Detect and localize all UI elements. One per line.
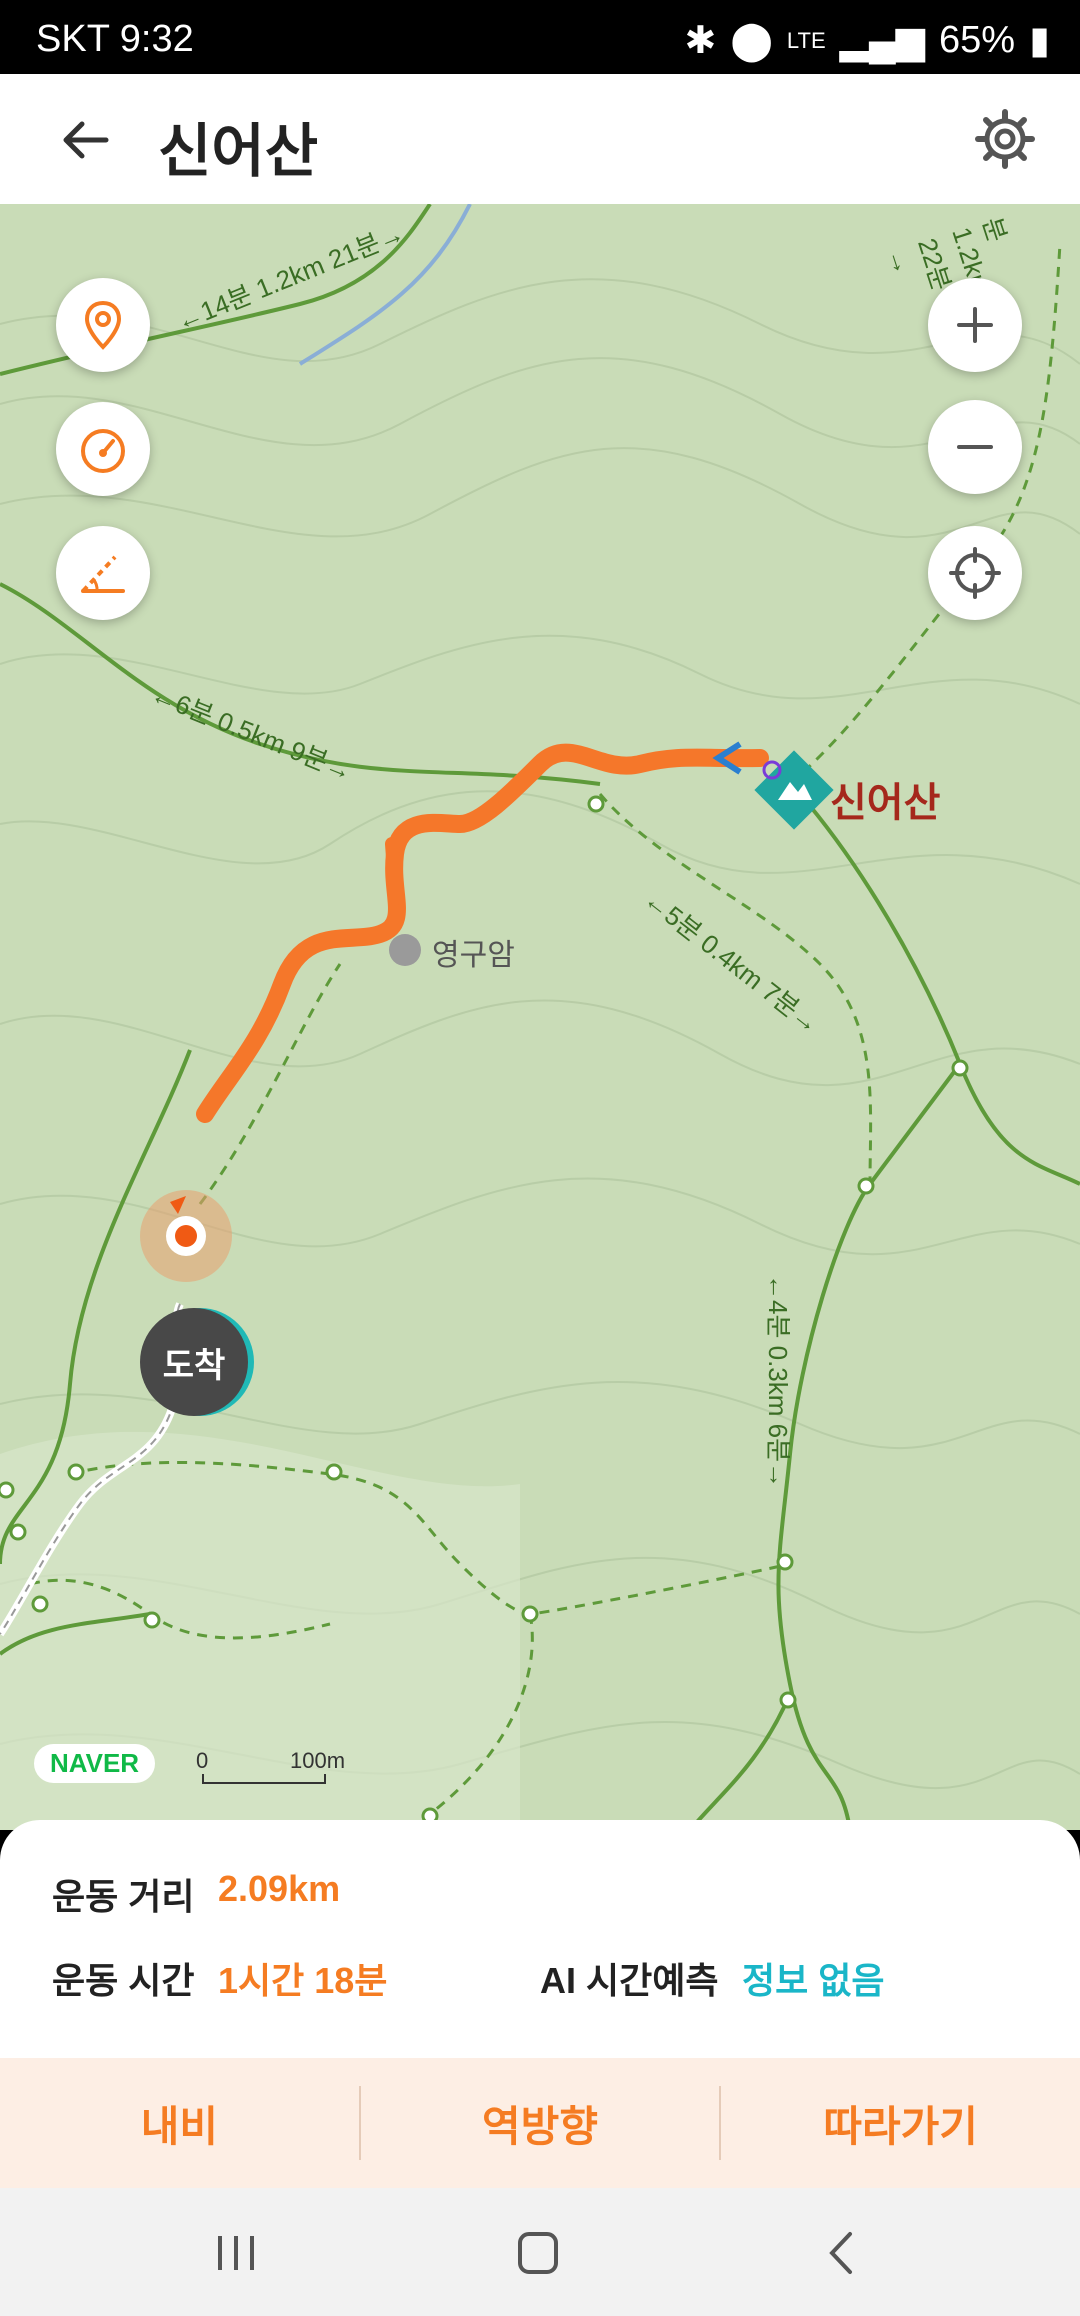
- distance-label: 운동 거리: [52, 1876, 195, 1917]
- status-left: SKT 9:32: [36, 18, 194, 61]
- system-nav-bar: [0, 2188, 1080, 2316]
- recent-apps-button[interactable]: [206, 2228, 266, 2278]
- distance-value: 2.09km: [218, 1868, 341, 1909]
- ai-time-label: AI 시간예측: [540, 1960, 719, 2001]
- scale-bar: [202, 1774, 326, 1784]
- back-nav-button[interactable]: [812, 2228, 872, 2278]
- zoom-out-button[interactable]: [928, 400, 1022, 494]
- scale-end: 100m: [290, 1748, 346, 1773]
- ai-time-value: 정보 없음: [742, 1960, 885, 2001]
- location-pin-icon: [84, 300, 122, 350]
- status-bar: SKT 9:32 ✱ ⬤ LTE ▂▄▆ 65% ▮: [0, 0, 1080, 74]
- slope-button[interactable]: [56, 526, 150, 620]
- gear-icon: [975, 109, 1035, 169]
- status-right: ✱ ⬤ LTE ▂▄▆ 65% ▮: [685, 18, 1050, 63]
- time-label: 운동 시간: [52, 1960, 195, 2001]
- recent-apps-icon: [218, 2236, 254, 2270]
- summit-label[interactable]: 신어산: [830, 770, 940, 828]
- battery-level: 65%: [939, 19, 1016, 61]
- signal-icon: ▂▄▆: [839, 20, 926, 62]
- navi-button[interactable]: 내비: [0, 2058, 359, 2188]
- stats-sheet: 운동 거리 2.09km 운동 시간 1시간 18분 AI 시간예측 정보 없음: [0, 1820, 1080, 2060]
- bluetooth-icon: ✱: [684, 20, 717, 62]
- zoom-out-icon: [957, 445, 993, 449]
- zoom-in-icon: [957, 307, 993, 343]
- clock: 9:32: [119, 18, 194, 60]
- network-type: LTE: [786, 27, 826, 53]
- map-canvas: [0, 204, 1080, 1830]
- trail-label-4: ←4분 0.3km 6분→: [763, 1274, 793, 1489]
- scale-start: 0: [196, 1748, 209, 1773]
- naver-logo: NAVER: [34, 1744, 156, 1783]
- battery-icon: ▮: [1029, 20, 1050, 62]
- location-icon: ⬤: [730, 20, 773, 62]
- carrier: SKT: [36, 18, 110, 60]
- my-location-button[interactable]: [928, 526, 1022, 620]
- zoom-in-button[interactable]: [928, 278, 1022, 372]
- back-button[interactable]: [56, 110, 116, 170]
- reverse-button[interactable]: 역방향: [361, 2058, 720, 2188]
- speedometer-icon: [81, 429, 125, 473]
- home-button[interactable]: [508, 2228, 568, 2278]
- home-icon: [518, 2232, 558, 2274]
- action-bar: 내비 역방향 따라가기: [0, 2058, 1080, 2188]
- page-title: 신어산: [158, 119, 319, 184]
- map-view[interactable]: ←14분 1.2km 21분→ ←6분 0.5km 9분→ ←5분 0.4km …: [0, 204, 1080, 1830]
- follow-button[interactable]: 따라가기: [721, 2058, 1080, 2188]
- slope-icon: [81, 555, 125, 593]
- speed-button[interactable]: [56, 402, 150, 496]
- arrival-marker[interactable]: 도착: [140, 1308, 248, 1416]
- back-arrow-icon: [63, 121, 109, 159]
- app-bar: 신어산: [0, 74, 1080, 205]
- location-button[interactable]: [56, 278, 150, 372]
- settings-button[interactable]: [974, 108, 1036, 170]
- place-label-yeonggu-am[interactable]: 영구암: [432, 930, 515, 974]
- crosshair-icon: [949, 547, 1001, 599]
- time-value: 1시간 18분: [218, 1960, 388, 2001]
- chevron-left-icon: [829, 2232, 852, 2274]
